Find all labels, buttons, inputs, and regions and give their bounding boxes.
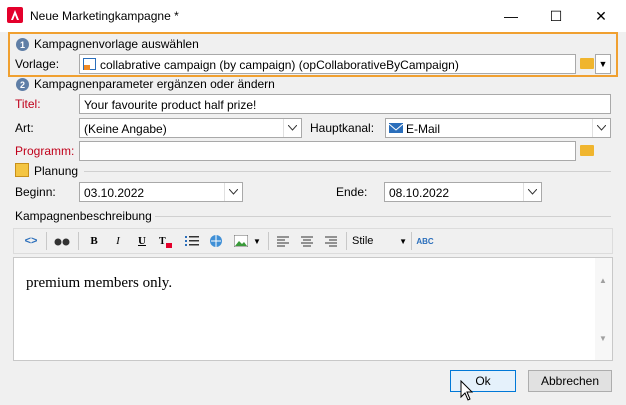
programm-input[interactable]	[79, 141, 576, 161]
close-icon: ✕	[595, 7, 607, 24]
toolbar-separator	[411, 232, 412, 250]
spellcheck-icon[interactable]: ABC	[416, 232, 433, 250]
mouse-cursor-icon	[460, 379, 474, 405]
vorlage-value: collabrative campaign (by campaign) (opC…	[100, 58, 459, 72]
chevron-down-icon: ▼	[399, 236, 407, 246]
toolbar-separator	[346, 232, 347, 250]
planung-heading: Planung	[34, 164, 79, 178]
step-badge-2: 2	[16, 78, 29, 91]
description-editor[interactable]: premium members only. ▲ ▼	[13, 257, 613, 361]
chevron-down-icon	[523, 183, 541, 201]
align-right-icon[interactable]	[323, 232, 339, 250]
titel-label: Titel:	[15, 97, 41, 111]
art-select[interactable]: (Keine Angabe)	[79, 118, 302, 138]
toolbar-separator	[268, 232, 269, 250]
chevron-down-icon	[283, 119, 301, 137]
step-badge-1: 1	[16, 38, 29, 51]
folder-icon[interactable]	[580, 58, 594, 69]
hauptkanal-select[interactable]: E-Mail	[385, 118, 611, 138]
scroll-up-icon[interactable]: ▲	[599, 276, 607, 285]
chevron-down-icon	[592, 119, 610, 137]
align-center-icon[interactable]	[299, 232, 315, 250]
programm-label: Programm:	[15, 144, 75, 158]
source-code-icon[interactable]: <>	[22, 232, 40, 250]
description-text: premium members only.	[26, 275, 173, 291]
ende-label: Ende:	[336, 185, 368, 199]
beginn-datepicker[interactable]: 03.10.2022	[79, 182, 243, 202]
editor-scrollbar[interactable]: ▲ ▼	[595, 258, 612, 360]
italic-button[interactable]: I	[110, 232, 126, 250]
beginn-label: Beginn:	[15, 185, 56, 199]
adobe-app-icon	[7, 7, 23, 23]
close-button[interactable]: ✕	[578, 0, 624, 32]
image-dropdown-icon[interactable]: ▼	[252, 232, 262, 250]
hauptkanal-value: E-Mail	[406, 122, 441, 136]
titel-value: Your favourite product half prize!	[84, 98, 257, 112]
maximize-icon: ☐	[549, 7, 563, 24]
toolbar-separator	[46, 232, 47, 250]
section1-heading: Kampagnenvorlage auswählen	[34, 37, 199, 51]
text-color-icon[interactable]: T	[157, 232, 175, 250]
styles-label: Stile	[352, 235, 374, 247]
beginn-value: 03.10.2022	[84, 186, 145, 200]
divider	[155, 216, 611, 217]
divider	[84, 171, 611, 172]
email-icon	[388, 123, 404, 133]
underline-button[interactable]: U	[134, 232, 150, 250]
description-heading: Kampagnenbeschreibung	[15, 209, 152, 223]
minimize-button[interactable]: —	[488, 0, 534, 32]
campaign-template-icon-accent	[84, 65, 90, 70]
scroll-down-icon[interactable]: ▼	[599, 334, 607, 343]
window-title: Neue Marketingkampagne *	[30, 9, 179, 23]
titel-input[interactable]: Your favourite product half prize!	[79, 94, 611, 114]
link-globe-icon[interactable]	[207, 232, 225, 250]
section2-heading: Kampagnenparameter ergänzen oder ändern	[34, 77, 275, 91]
chevron-down-icon: ▼	[598, 59, 608, 69]
maximize-button[interactable]: ☐	[533, 0, 579, 32]
vorlage-dropdown-button[interactable]: ▼	[595, 54, 611, 74]
vorlage-field[interactable]: collabrative campaign (by campaign) (opC…	[79, 54, 576, 74]
styles-dropdown[interactable]: Stile ▼	[352, 232, 407, 250]
vorlage-label: Vorlage:	[15, 57, 60, 71]
chevron-down-icon	[224, 183, 242, 201]
svg-text:T: T	[159, 236, 166, 247]
hauptkanal-label: Hauptkanal:	[310, 121, 375, 135]
insert-image-icon[interactable]	[232, 232, 250, 250]
align-left-icon[interactable]	[275, 232, 291, 250]
ende-value: 08.10.2022	[389, 186, 450, 200]
toolbar-separator	[78, 232, 79, 250]
cancel-button[interactable]: Abbrechen	[528, 370, 612, 392]
minimize-icon: —	[504, 8, 518, 24]
art-label: Art:	[15, 121, 34, 135]
art-value: (Keine Angabe)	[84, 122, 167, 136]
bold-button[interactable]: B	[86, 232, 102, 250]
bullet-list-icon[interactable]	[183, 232, 201, 250]
find-icon[interactable]	[53, 232, 71, 250]
calendar-icon	[15, 163, 29, 177]
ende-datepicker[interactable]: 08.10.2022	[384, 182, 542, 202]
folder-icon[interactable]	[580, 145, 594, 156]
